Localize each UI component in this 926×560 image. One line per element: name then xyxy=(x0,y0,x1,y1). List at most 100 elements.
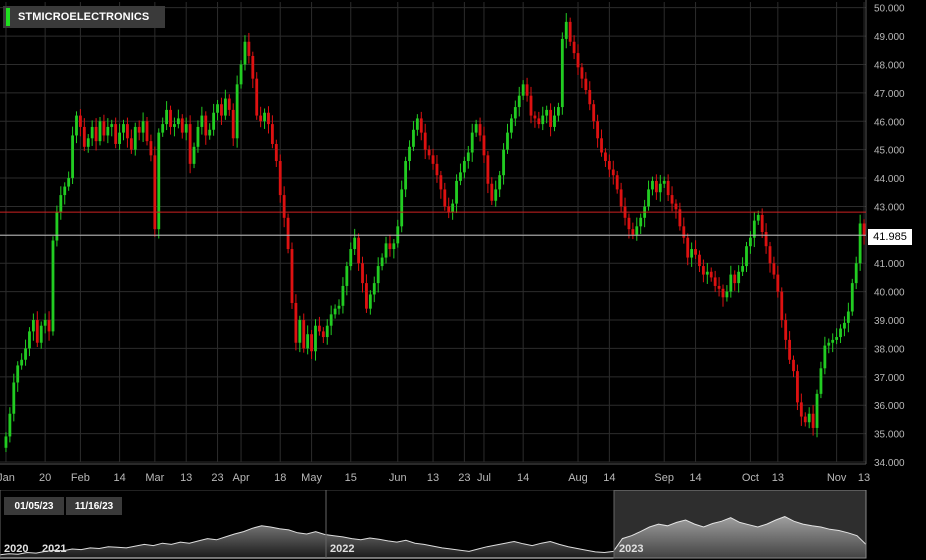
candle-body xyxy=(654,180,658,193)
candle-body xyxy=(447,206,451,213)
y-tick-label: 44.000 xyxy=(874,174,905,185)
candle-body xyxy=(443,189,447,207)
candle-body xyxy=(267,112,270,125)
candle-body xyxy=(176,118,180,125)
x-tick-label: 15 xyxy=(345,472,357,484)
candle-body xyxy=(698,254,701,267)
y-tick-label: 48.000 xyxy=(874,60,905,71)
x-tick-label: 14 xyxy=(517,472,529,484)
candle-body xyxy=(529,95,533,116)
candle-body xyxy=(400,189,404,227)
navigator-year-2021: 2021 xyxy=(42,543,67,555)
y-tick-label: 46.000 xyxy=(874,117,905,128)
candle-body xyxy=(498,175,502,190)
x-tick-label: 14 xyxy=(113,472,125,484)
candle-body xyxy=(51,240,55,332)
candle-body xyxy=(545,109,549,116)
candle-body xyxy=(408,146,411,162)
candle-body xyxy=(24,348,27,360)
candle-body xyxy=(768,246,772,264)
candle-body xyxy=(59,195,63,213)
candle-body xyxy=(647,189,650,207)
candle-body xyxy=(749,237,752,247)
candle-body xyxy=(302,320,306,349)
x-tick-label: Oct xyxy=(742,472,759,484)
candle-body xyxy=(196,126,200,147)
candle-body xyxy=(188,124,192,164)
navigator-chart[interactable] xyxy=(0,490,868,560)
candle-body xyxy=(372,283,376,295)
chart-title-badge: STMICROELECTRONICS xyxy=(3,6,165,28)
candle-body xyxy=(596,121,600,139)
x-tick-label: 13 xyxy=(772,472,784,484)
candle-body xyxy=(451,203,455,213)
candle-body xyxy=(86,138,90,147)
candle-body xyxy=(333,308,337,315)
candle-body xyxy=(161,124,165,133)
y-tick-label: 43.000 xyxy=(874,202,905,213)
candle-body xyxy=(784,320,788,340)
x-tick-label: 13 xyxy=(180,472,192,484)
x-tick-label: 13 xyxy=(427,472,439,484)
candle-body xyxy=(776,274,780,292)
x-tick-label: Mar xyxy=(145,472,164,484)
candle-body xyxy=(803,416,807,423)
x-tick-label: 14 xyxy=(603,472,615,484)
candle-body xyxy=(349,249,353,267)
candle-body xyxy=(666,180,670,196)
x-tick-label: Jun xyxy=(389,472,407,484)
candle-body xyxy=(604,152,607,162)
range-end-date[interactable]: 11/16/23 xyxy=(66,497,122,515)
candle-body xyxy=(854,263,858,284)
x-tick-label: 13 xyxy=(858,472,870,484)
x-tick-label: 14 xyxy=(689,472,701,484)
candle-body xyxy=(494,189,498,201)
candle-body xyxy=(835,337,839,340)
candle-body xyxy=(639,217,643,227)
candle-body xyxy=(850,283,854,312)
candle-body xyxy=(294,302,298,343)
candle-body xyxy=(282,195,286,218)
navigator-selection[interactable] xyxy=(613,490,867,559)
candle-body xyxy=(533,115,537,119)
x-tick-label: 20 xyxy=(39,472,51,484)
candle-body xyxy=(16,365,20,383)
candle-body xyxy=(270,124,274,144)
candle-body xyxy=(588,90,592,105)
candle-body xyxy=(388,243,392,250)
candle-body xyxy=(247,41,251,56)
candle-body xyxy=(63,186,67,196)
candle-body xyxy=(560,38,564,108)
candle-body xyxy=(157,132,161,230)
candle-body xyxy=(133,126,137,150)
candle-body xyxy=(690,249,694,258)
price-chart[interactable]: 34.000 35.000 36.000 37.000 38.000 39.000 40.0… xyxy=(0,0,926,490)
candle-body xyxy=(8,413,12,437)
candle-body xyxy=(90,126,94,139)
candle-body xyxy=(478,124,482,136)
candle-body xyxy=(126,124,129,139)
candle-body xyxy=(165,109,169,125)
candle-body xyxy=(235,84,239,139)
candle-body xyxy=(819,368,823,394)
candle-body xyxy=(98,121,102,142)
candle-body xyxy=(118,132,121,144)
y-tick-label: 36.000 xyxy=(874,401,905,412)
candle-body xyxy=(717,285,721,289)
candle-body xyxy=(314,325,317,352)
candle-body xyxy=(521,84,525,96)
x-tick-label: Apr xyxy=(232,472,249,484)
candle-body xyxy=(231,109,235,139)
candle-body xyxy=(455,180,458,204)
y-tick-label: 38.000 xyxy=(874,344,905,355)
candle-body xyxy=(541,115,545,125)
candle-body xyxy=(799,402,803,417)
candle-body xyxy=(619,189,623,207)
candle-body xyxy=(439,175,443,190)
x-tick-label: 18 xyxy=(274,472,286,484)
candle-body xyxy=(243,41,247,65)
candle-body xyxy=(423,132,427,150)
candle-body xyxy=(584,78,588,91)
range-start-date[interactable]: 01/05/23 xyxy=(4,497,64,515)
candle-body xyxy=(329,314,333,326)
